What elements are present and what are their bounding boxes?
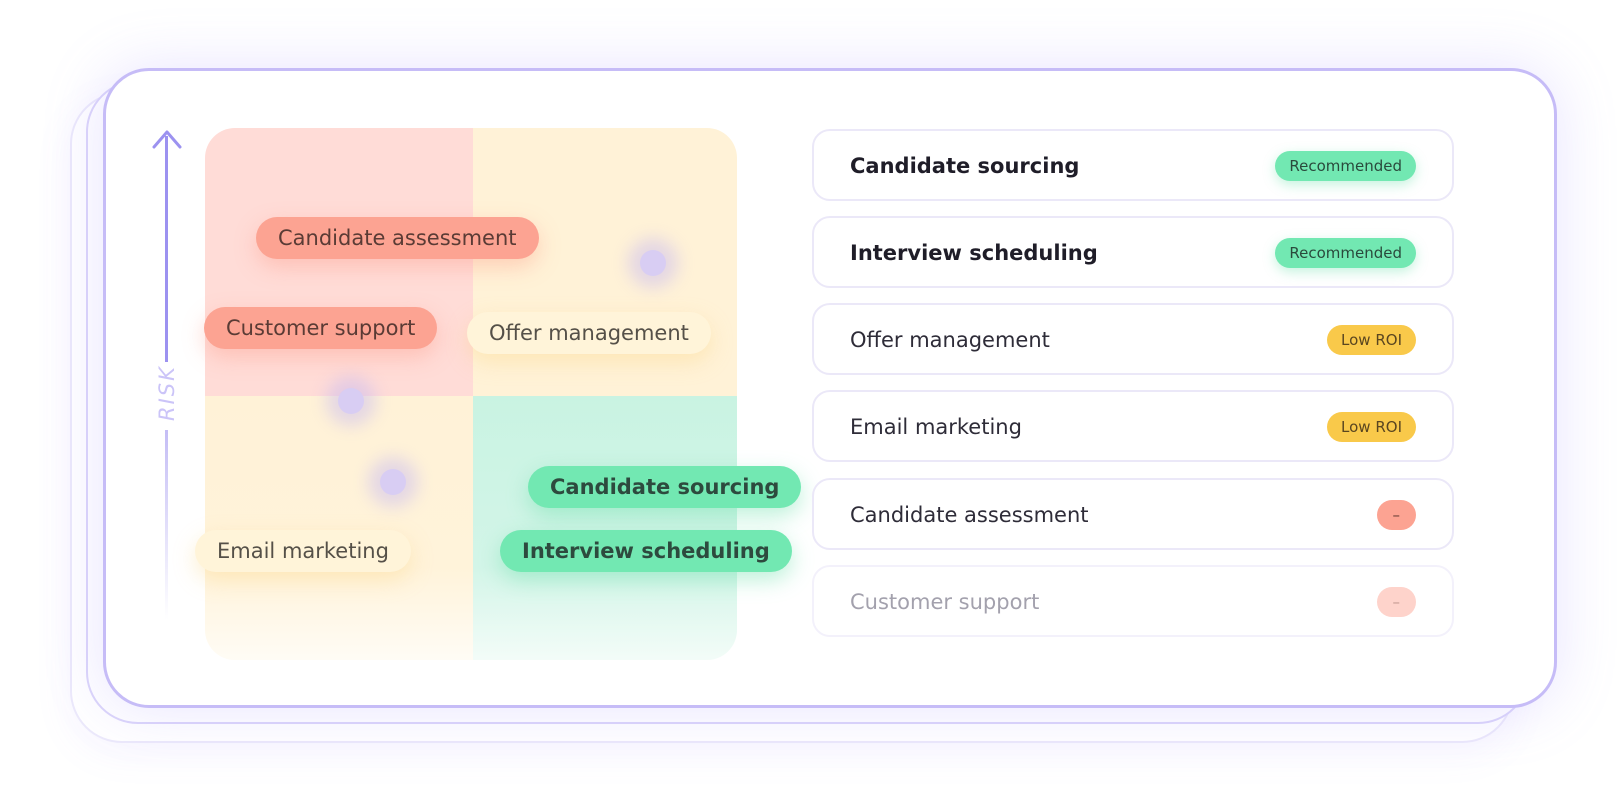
status-badge: Low ROI	[1327, 412, 1416, 442]
quadrant-bottom-right	[473, 396, 737, 660]
list-item-label: Offer management	[850, 328, 1050, 352]
quadrant-top-right	[473, 128, 737, 396]
list-item-label: Email marketing	[850, 415, 1022, 439]
matrix-pill[interactable]: Email marketing	[195, 530, 411, 572]
list-item[interactable]: Offer management Low ROI	[812, 303, 1454, 375]
status-badge: –	[1376, 500, 1416, 530]
risk-value-matrix	[205, 128, 737, 660]
matrix-pill[interactable]: Offer management	[467, 312, 711, 354]
list-item[interactable]: Interview scheduling Recommended	[812, 216, 1454, 288]
matrix-dot	[640, 250, 666, 276]
risk-axis-line-upper	[165, 136, 168, 362]
matrix-dot	[380, 469, 406, 495]
risk-axis-line-lower	[165, 430, 168, 620]
matrix-pill[interactable]: Candidate assessment	[256, 217, 539, 259]
list-item[interactable]: Candidate sourcing Recommended	[812, 129, 1454, 201]
status-badge: –	[1376, 587, 1416, 617]
list-item-label: Candidate assessment	[850, 503, 1089, 527]
list-item[interactable]: Email marketing Low ROI	[812, 390, 1454, 462]
status-badge: Low ROI	[1327, 325, 1416, 355]
list-item-label: Candidate sourcing	[850, 154, 1080, 178]
status-badge: Recommended	[1275, 151, 1416, 181]
list-item[interactable]: Candidate assessment –	[812, 478, 1454, 550]
status-badge: Recommended	[1275, 238, 1416, 268]
matrix-dot	[338, 388, 364, 414]
quadrant-top-left	[205, 128, 473, 396]
list-item-label: Customer support	[850, 590, 1040, 614]
list-item[interactable]: Customer support –	[812, 565, 1454, 637]
matrix-pill[interactable]: Interview scheduling	[500, 530, 792, 572]
quadrant-bottom-left	[205, 396, 473, 660]
list-item-label: Interview scheduling	[850, 241, 1098, 265]
risk-axis-label: RISK	[155, 365, 179, 421]
stage: RISK Candidate assessment Customer suppo…	[0, 0, 1622, 809]
matrix-pill[interactable]: Candidate sourcing	[528, 466, 802, 508]
matrix-pill[interactable]: Customer support	[204, 307, 438, 349]
